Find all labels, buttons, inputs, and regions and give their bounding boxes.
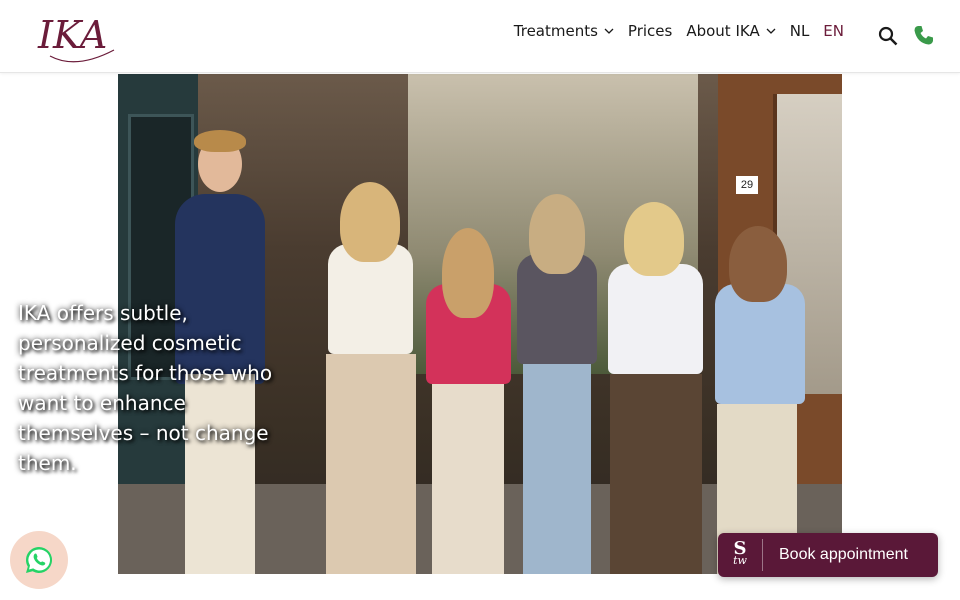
person-5 bbox=[598, 184, 713, 574]
house-number: 29 bbox=[736, 176, 758, 194]
person-6 bbox=[703, 204, 813, 574]
book-appointment-button[interactable]: S tw Book appointment bbox=[718, 533, 938, 577]
ika-logo[interactable]: IKA bbox=[36, 8, 118, 66]
salonized-logo: S tw bbox=[718, 533, 762, 577]
lang-nl[interactable]: NL bbox=[790, 22, 810, 40]
lang-en[interactable]: EN bbox=[823, 22, 844, 40]
nav-prices-label: Prices bbox=[627, 22, 673, 40]
nav-about[interactable]: About IKA bbox=[686, 22, 776, 40]
phone-icon[interactable] bbox=[913, 24, 935, 46]
lang-en-label: EN bbox=[823, 22, 844, 40]
hero-tagline: IKA offers subtle, personalized cosmetic… bbox=[18, 301, 273, 475]
nav-prices[interactable]: Prices bbox=[628, 22, 672, 40]
site-header: IKA Treatments Prices About IKA NL EN bbox=[0, 0, 960, 73]
chevron-down-icon bbox=[766, 28, 776, 34]
search-icon[interactable] bbox=[878, 26, 898, 46]
book-appointment-label: Book appointment bbox=[779, 546, 908, 563]
main-nav: Treatments Prices About IKA NL EN bbox=[514, 22, 844, 40]
nav-treatments-label: Treatments bbox=[513, 22, 598, 40]
svg-text:IKA: IKA bbox=[37, 13, 107, 57]
whatsapp-icon bbox=[26, 547, 53, 573]
lang-nl-label: NL bbox=[789, 22, 810, 40]
nav-treatments[interactable]: Treatments bbox=[514, 22, 614, 40]
person-4 bbox=[513, 174, 603, 574]
chevron-down-icon bbox=[604, 28, 614, 34]
person-2 bbox=[308, 164, 428, 574]
person-3 bbox=[418, 204, 518, 574]
whatsapp-button[interactable] bbox=[10, 531, 68, 589]
brand-mark-bottom: tw bbox=[733, 554, 747, 567]
nav-about-label: About IKA bbox=[686, 22, 760, 40]
